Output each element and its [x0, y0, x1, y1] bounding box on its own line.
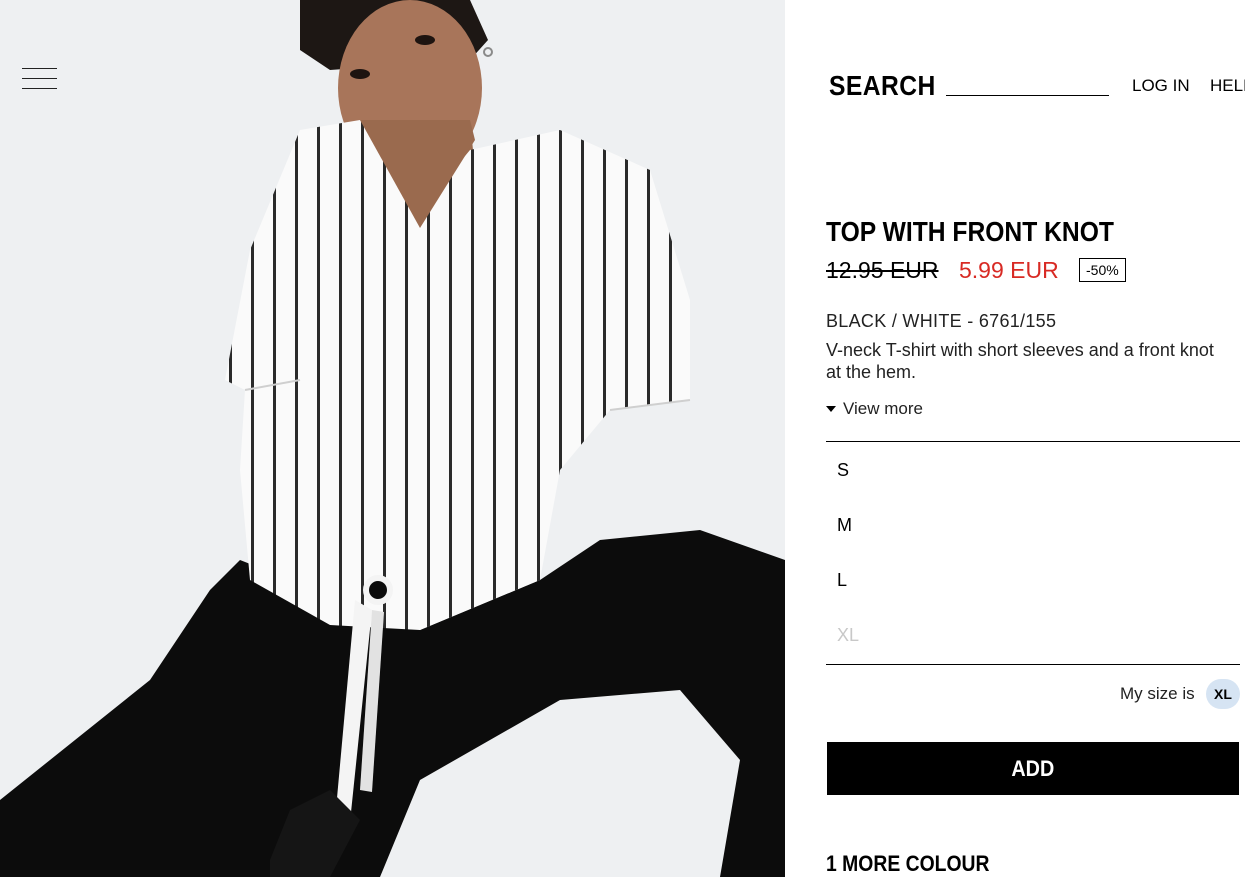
my-size-badge[interactable]: XL [1206, 679, 1240, 709]
more-colours-link[interactable]: 1 MORE COLOUR [826, 851, 990, 877]
help-link[interactable]: HELP [1210, 76, 1245, 96]
discount-badge: -50% [1079, 258, 1126, 282]
login-link[interactable]: LOG IN [1132, 76, 1190, 96]
search-label[interactable]: SEARCH [829, 70, 936, 102]
add-button-label: ADD [1011, 755, 1055, 781]
size-option-xl[interactable]: XL [837, 625, 859, 646]
view-more-label: View more [843, 399, 923, 418]
search-input-underline[interactable] [946, 95, 1109, 96]
top-header: SEARCH LOG IN HELP [785, 0, 1245, 130]
caret-down-icon [826, 406, 836, 412]
size-option-m[interactable]: M [837, 515, 852, 536]
original-price: 12.95 EUR [826, 257, 939, 283]
product-description: V-neck T-shirt with short sleeves and a … [826, 340, 1214, 382]
add-to-bag-button[interactable]: ADD [827, 742, 1239, 795]
size-option-l[interactable]: L [837, 570, 847, 591]
color-reference: BLACK / WHITE - 6761/155 [826, 311, 1057, 331]
menu-hamburger-icon[interactable] [22, 66, 58, 90]
size-list: S M L XL [826, 441, 1240, 665]
my-size-label: My size is [1120, 684, 1195, 703]
view-more-toggle[interactable]: View more [826, 399, 923, 419]
size-option-s[interactable]: S [837, 460, 849, 481]
sale-price: 5.99 EUR [959, 257, 1059, 283]
product-title: TOP WITH FRONT KNOT [826, 216, 1114, 247]
product-image [0, 0, 785, 877]
